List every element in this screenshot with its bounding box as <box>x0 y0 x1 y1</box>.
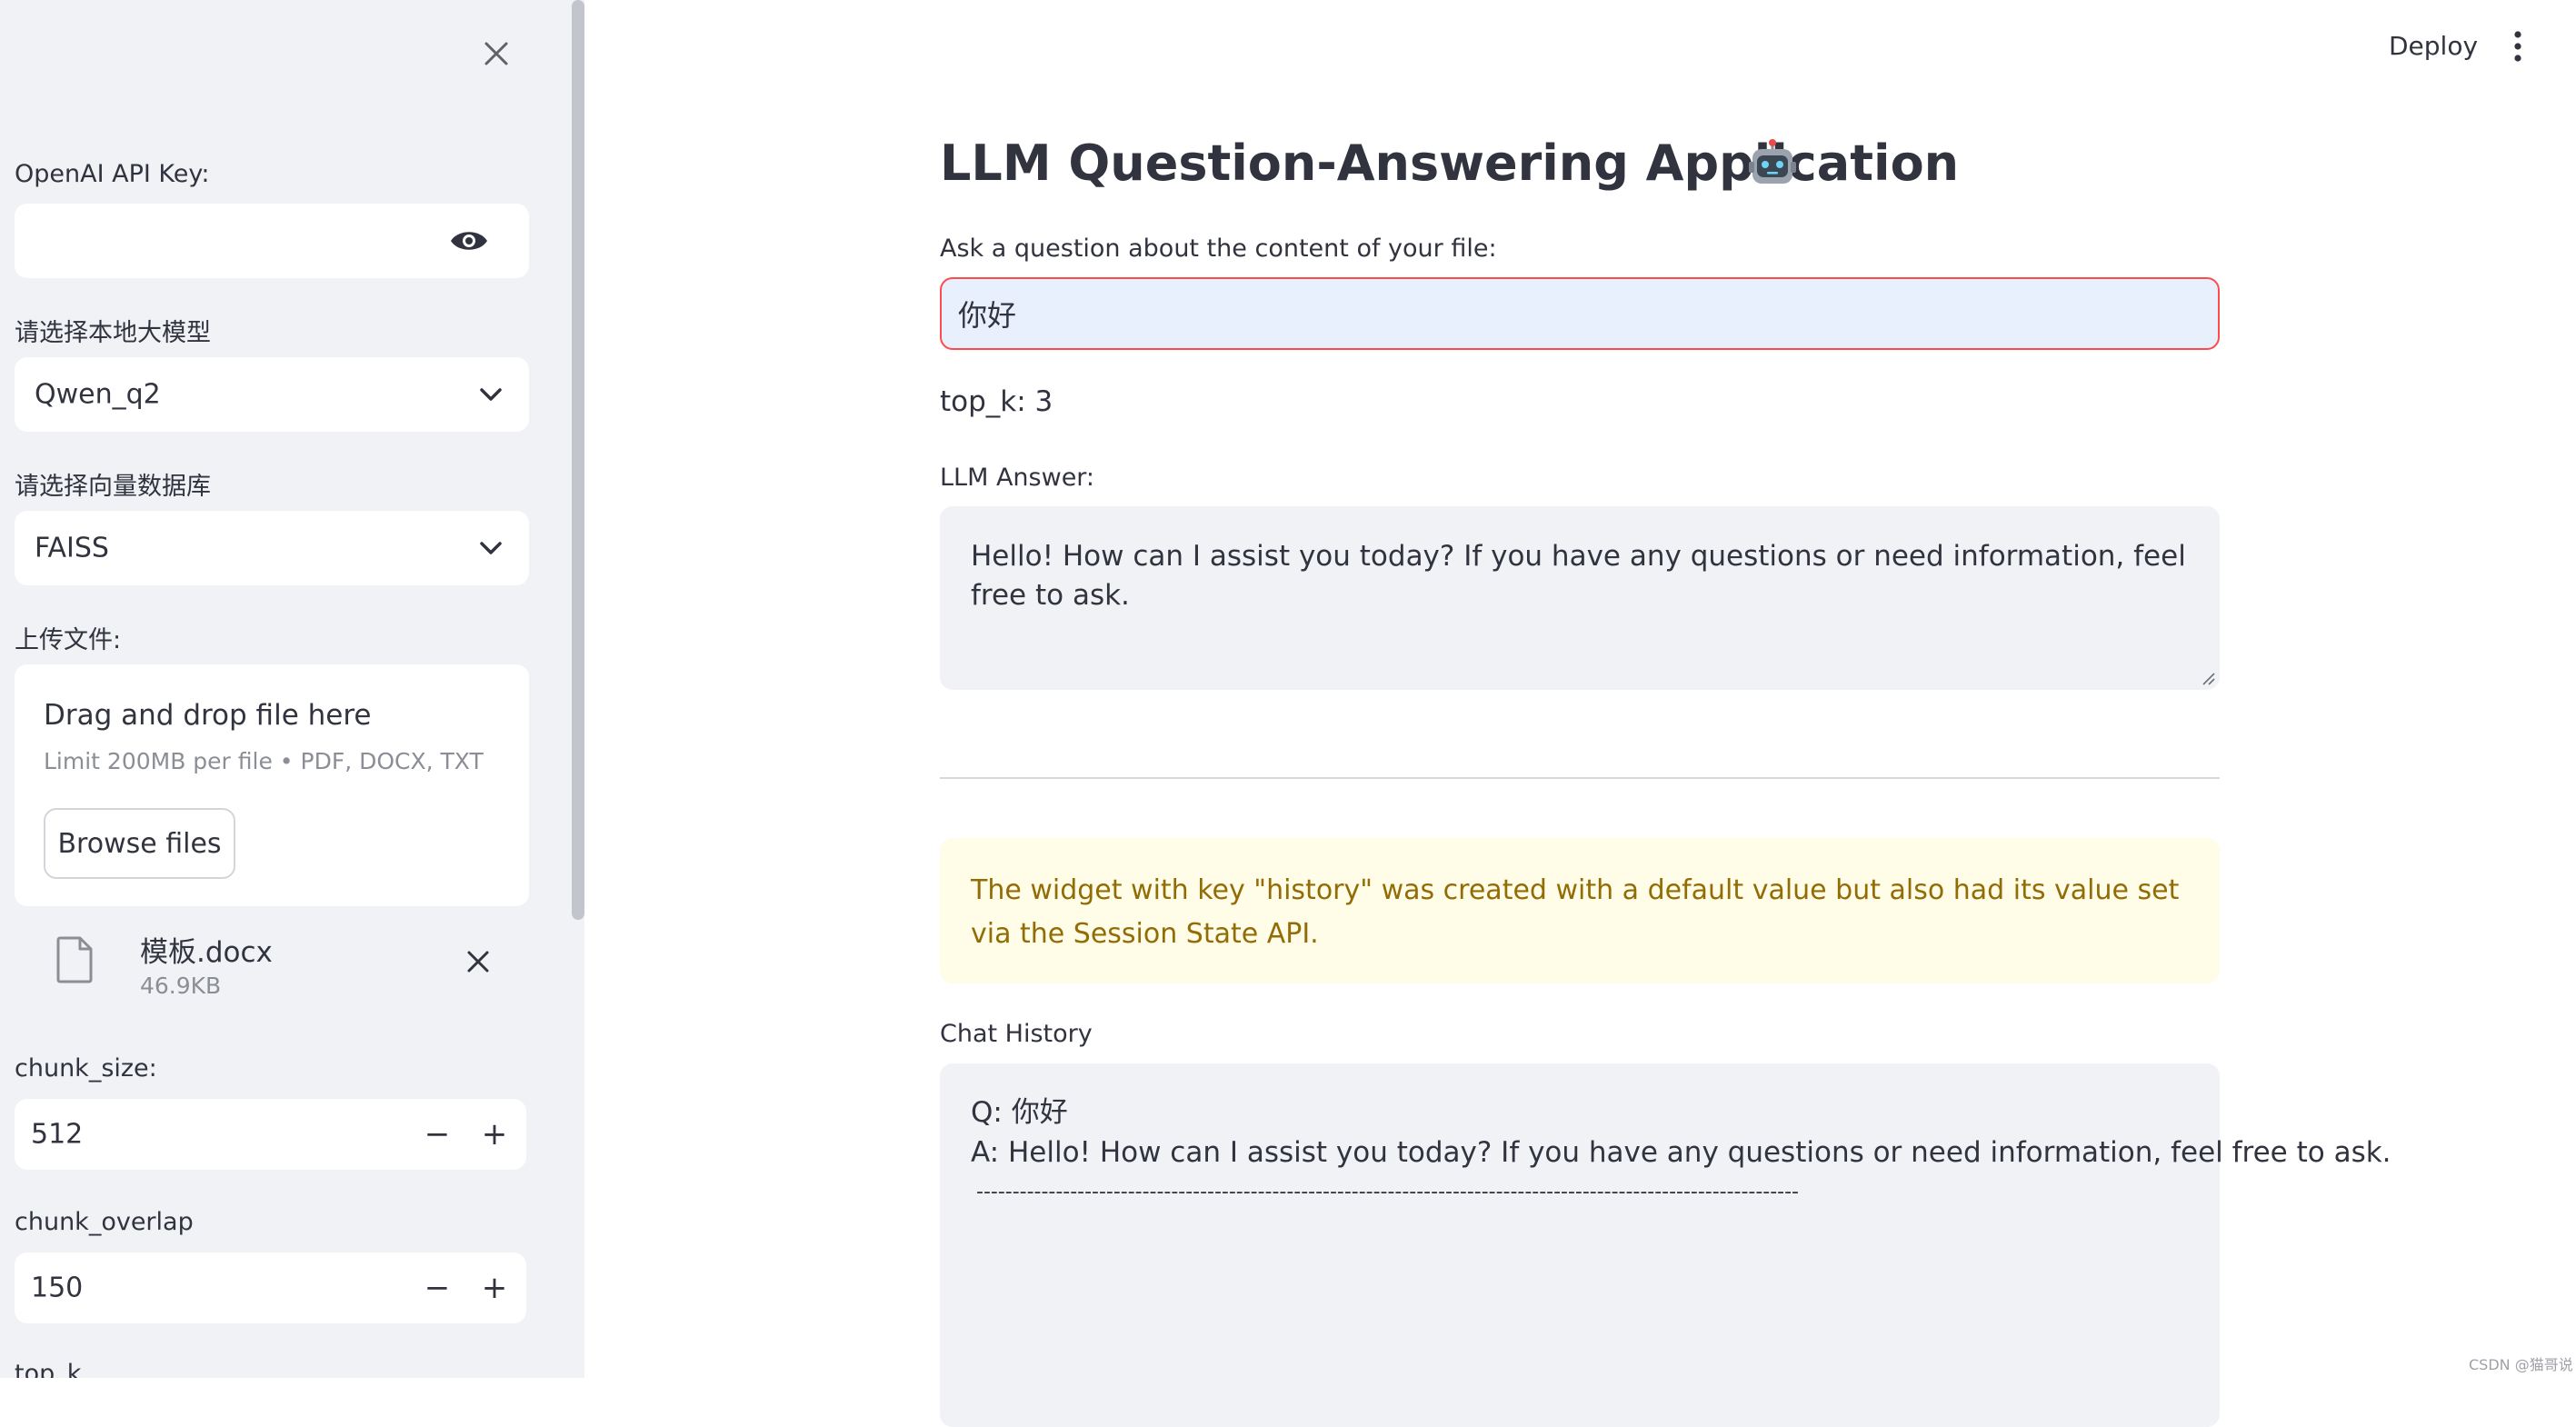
history-answer: A: Hello! How can I assist you today? If… <box>971 1136 2391 1169</box>
eye-icon[interactable] <box>449 227 489 254</box>
uploaded-file-name: 模板.docx <box>140 936 273 969</box>
sidebar-scrollbar[interactable] <box>572 0 584 920</box>
history-question: Q: 你好 <box>971 1096 1068 1129</box>
deploy-button[interactable]: Deploy <box>2381 27 2485 65</box>
close-icon <box>467 951 489 973</box>
vectordb-select[interactable]: FAISS <box>15 511 529 585</box>
question-input[interactable] <box>940 277 2220 350</box>
file-icon <box>56 936 93 983</box>
divider <box>940 777 2220 779</box>
answer-textarea[interactable]: Hello! How can I assist you today? If yo… <box>940 506 2220 690</box>
model-select-label: 请选择本地大模型 <box>15 319 211 347</box>
model-select-value: Qwen_q2 <box>35 378 161 411</box>
chunk-size-value: 512 <box>31 1118 84 1151</box>
chevron-down-icon <box>480 542 502 554</box>
upload-label: 上传文件: <box>15 626 122 654</box>
chunk-size-increment-button[interactable]: + <box>472 1112 517 1157</box>
answer-text: Hello! How can I assist you today? If yo… <box>971 540 2186 613</box>
chat-history-label: Chat History <box>940 1020 1093 1048</box>
sidebar-close-button[interactable] <box>477 35 515 73</box>
browse-files-button[interactable]: Browse files <box>44 808 235 879</box>
close-icon <box>484 42 508 65</box>
warning-text: The widget with key "history" was create… <box>971 874 2180 950</box>
vectordb-select-value: FAISS <box>35 532 109 564</box>
remove-file-button[interactable] <box>460 943 496 980</box>
chunk-size-decrement-button[interactable]: − <box>414 1112 460 1157</box>
chunk-overlap-decrement-button[interactable]: − <box>414 1265 460 1311</box>
robot-icon <box>1749 139 1796 184</box>
uploaded-file-size: 46.9KB <box>140 973 222 999</box>
api-key-label: OpenAI API Key: <box>15 160 210 188</box>
file-dropzone[interactable]: Drag and drop file here Limit 200MB per … <box>15 664 529 906</box>
chunk-size-label: chunk_size: <box>15 1054 157 1083</box>
chat-history-textarea[interactable]: Q: 你好 A: Hello! How can I assist you tod… <box>940 1063 2391 1427</box>
top-k-display: top_k: 3 <box>940 385 1053 418</box>
dropzone-limit: Limit 200MB per file • PDF, DOCX, TXT <box>44 748 484 774</box>
top-k-label: top_k <box>15 1360 82 1378</box>
watermark: CSDN @猫哥说 <box>2469 1356 2573 1373</box>
uploaded-file-item: 模板.docx 46.9KB <box>15 918 529 1018</box>
chunk-overlap-input[interactable]: 150 − + <box>15 1252 526 1323</box>
chevron-down-icon <box>480 388 502 401</box>
history-separator: ----------------------------------------… <box>976 1181 1799 1203</box>
resize-handle-icon[interactable] <box>2200 670 2216 686</box>
chunk-overlap-value: 150 <box>31 1272 84 1304</box>
warning-alert: The widget with key "history" was create… <box>940 838 2220 983</box>
answer-label: LLM Answer: <box>940 464 1095 492</box>
chunk-overlap-label: chunk_overlap <box>15 1208 194 1236</box>
chunk-size-input[interactable]: 512 − + <box>15 1099 526 1170</box>
sidebar: OpenAI API Key: 请选择本地大模型 Qwen_q2 请选择向量数据… <box>0 0 584 1378</box>
page-title: LLM Question-Answering Application <box>940 135 1960 192</box>
chunk-overlap-increment-button[interactable]: + <box>472 1265 517 1311</box>
vectordb-select-label: 请选择向量数据库 <box>15 473 211 501</box>
more-vertical-icon[interactable] <box>2505 27 2531 65</box>
api-key-input[interactable] <box>15 204 529 278</box>
dropzone-title: Drag and drop file here <box>44 699 372 732</box>
question-label: Ask a question about the content of your… <box>940 235 1497 263</box>
model-select[interactable]: Qwen_q2 <box>15 357 529 432</box>
